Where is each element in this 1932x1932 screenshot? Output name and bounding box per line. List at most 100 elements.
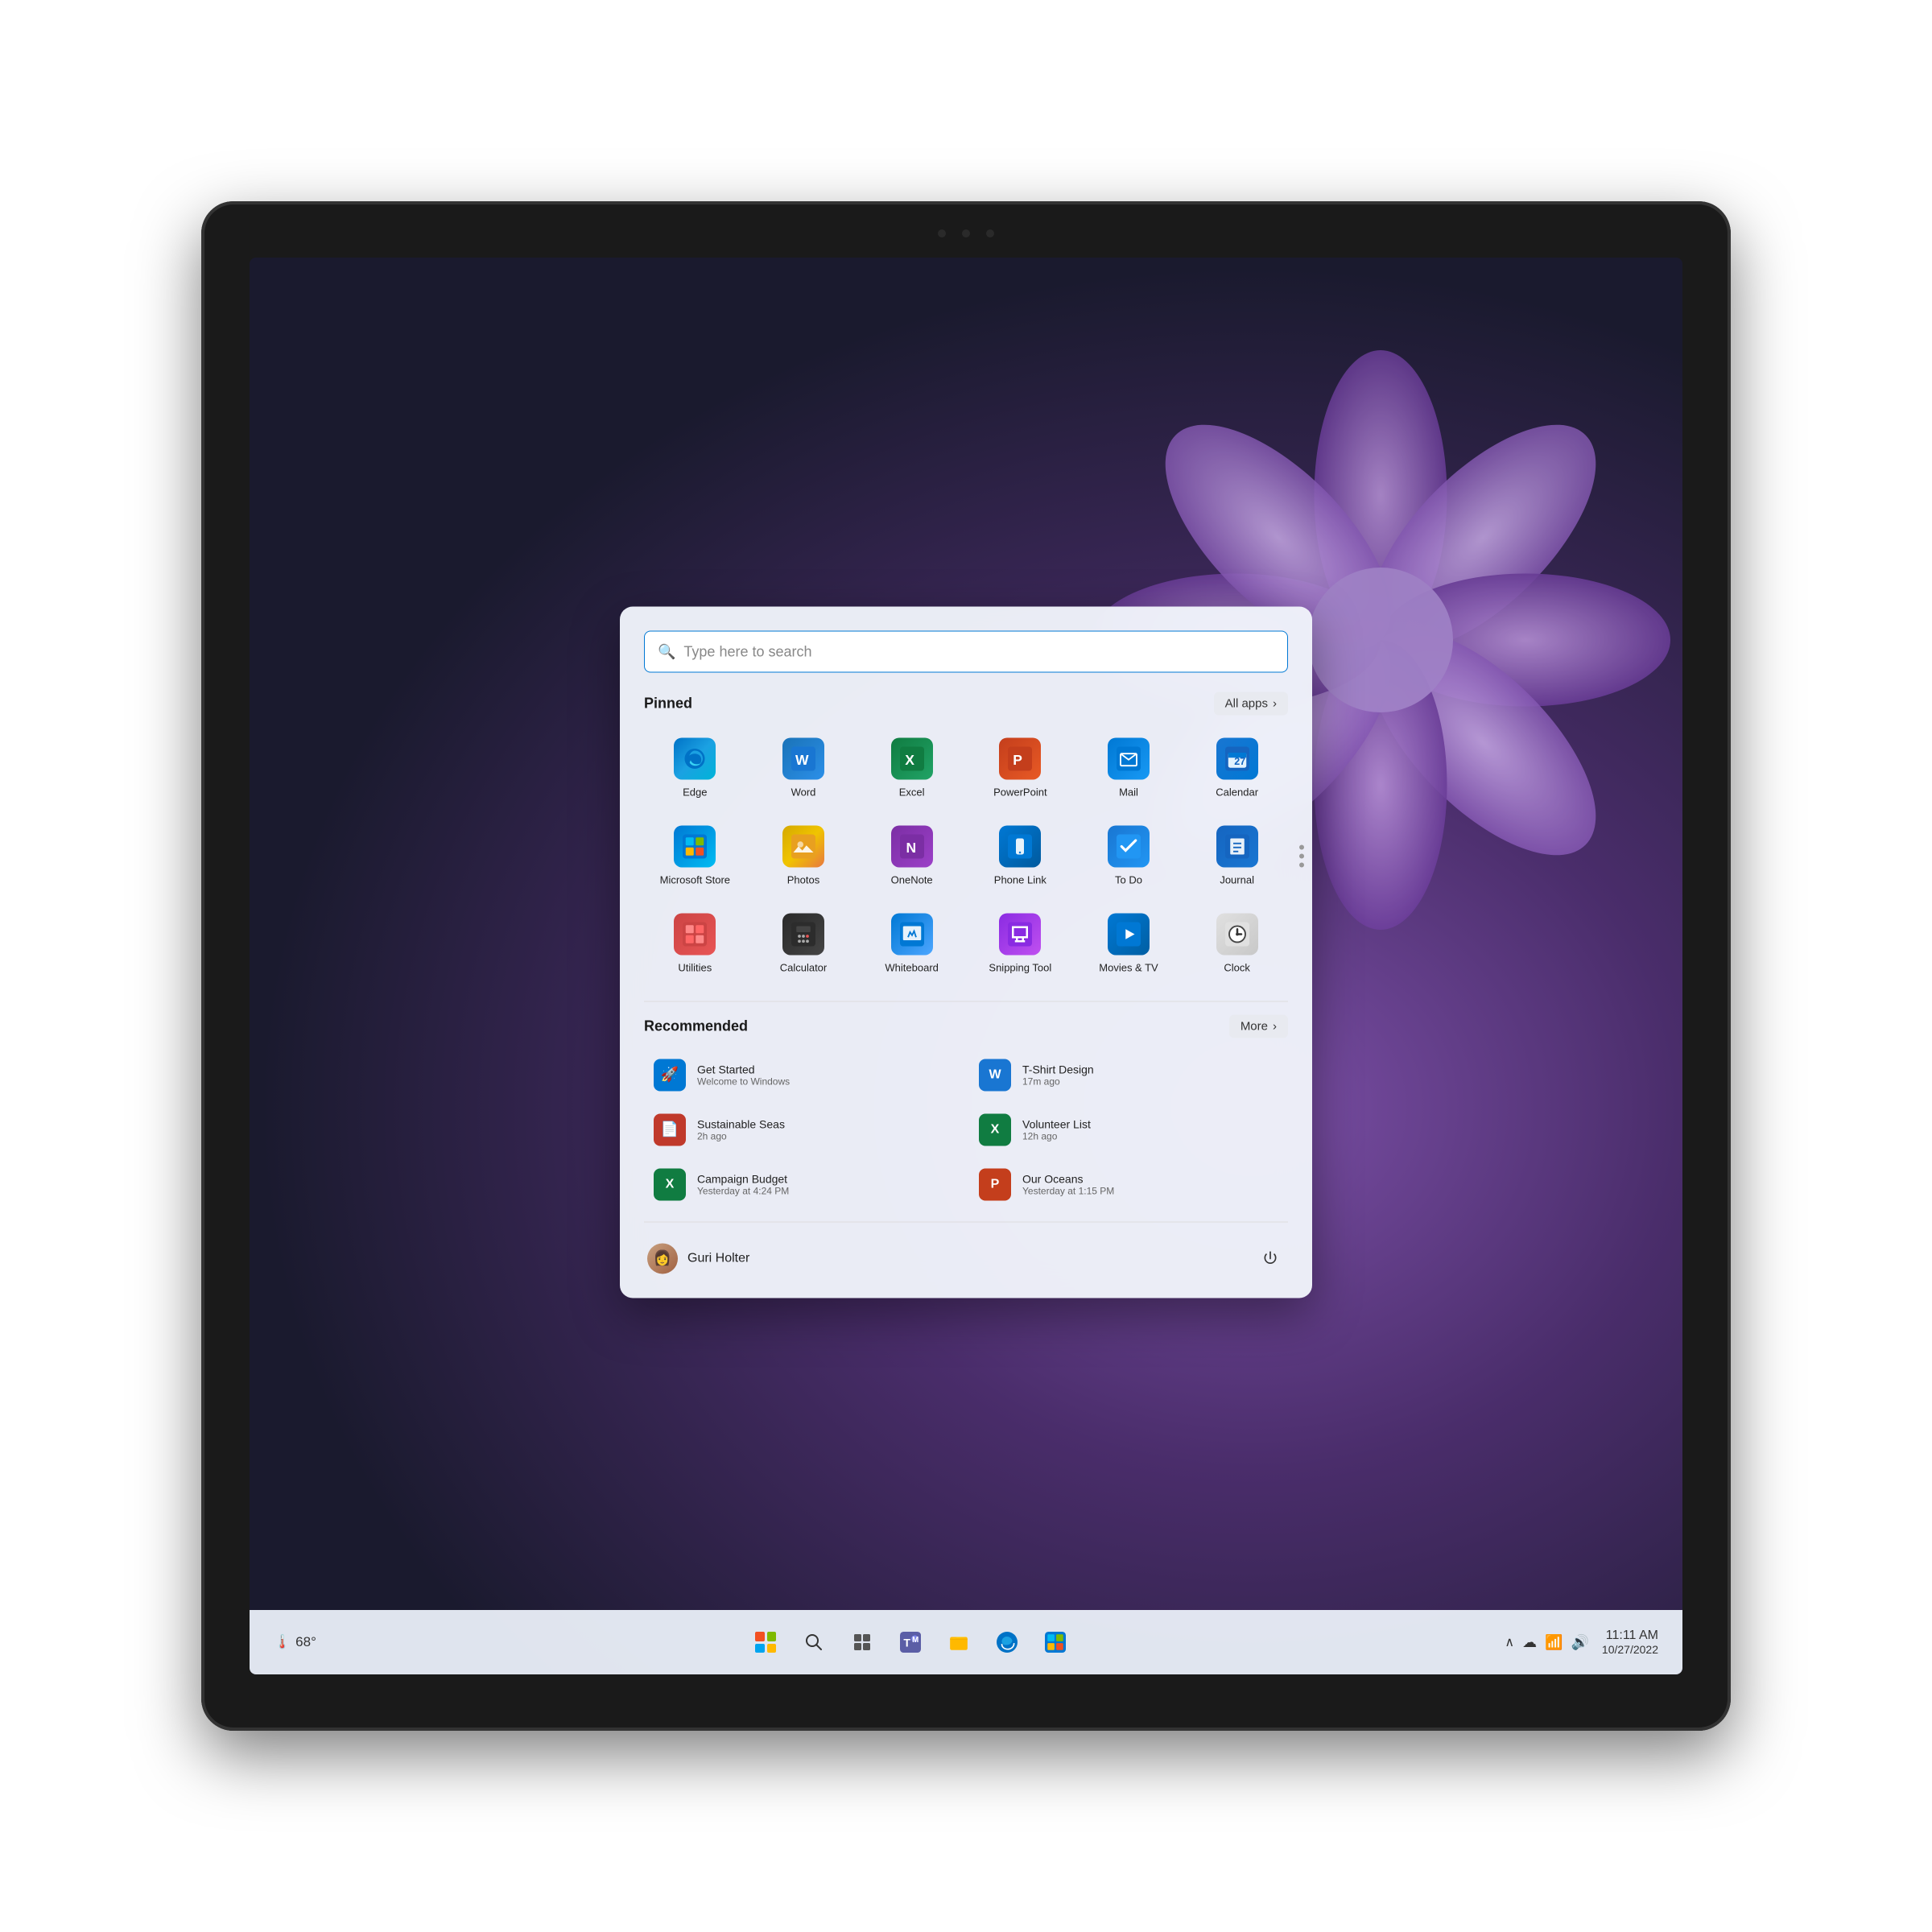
taskbar-search-button[interactable] [793, 1621, 835, 1663]
recommended-header: Recommended More › [644, 1014, 1288, 1038]
pinned-title: Pinned [644, 695, 692, 712]
movies-icon [1108, 913, 1150, 955]
get-started-info: Get Started Welcome to Windows [697, 1063, 790, 1087]
weather-widget[interactable]: 🌡️ 68° [274, 1634, 316, 1650]
snipping-icon [999, 913, 1041, 955]
calendar-icon: 27 [1216, 737, 1258, 779]
app-phonelink[interactable]: Phone Link [969, 815, 1071, 897]
app-powerpoint[interactable]: P PowerPoint [969, 728, 1071, 809]
excel-label: Excel [899, 786, 925, 799]
user-info[interactable]: 👩 Guri Holter [647, 1243, 749, 1274]
onenote-label: OneNote [891, 873, 933, 887]
app-calendar[interactable]: 27 Calendar [1186, 728, 1288, 809]
task-view-button[interactable] [841, 1621, 883, 1663]
utilities-label: Utilities [678, 961, 712, 975]
calculator-label: Calculator [780, 961, 828, 975]
volunteer-name: Volunteer List [1022, 1117, 1091, 1130]
sustainable-subtitle: 2h ago [697, 1130, 785, 1141]
taskbar: 🌡️ 68° [250, 1610, 1682, 1674]
app-excel[interactable]: X Excel [861, 728, 963, 809]
app-calculator[interactable]: Calculator [753, 903, 855, 985]
windows-logo [755, 1632, 776, 1653]
journal-label: Journal [1220, 873, 1254, 887]
todo-icon [1108, 825, 1150, 867]
svg-text:W: W [795, 752, 809, 768]
app-msstore[interactable]: Microsoft Store [644, 815, 746, 897]
msstore-label: Microsoft Store [660, 873, 730, 887]
chevron-up-icon[interactable]: ∧ [1505, 1634, 1514, 1650]
network-icon[interactable]: ☁ [1522, 1634, 1537, 1651]
tshirt-subtitle: 17m ago [1022, 1075, 1094, 1087]
user-divider [644, 1221, 1288, 1222]
app-todo[interactable]: To Do [1078, 815, 1180, 897]
rec-sustainable[interactable]: 📄 Sustainable Seas 2h ago [644, 1105, 963, 1154]
teams-button[interactable]: T M [890, 1621, 931, 1663]
rec-campaign[interactable]: X Campaign Budget Yesterday at 4:24 PM [644, 1160, 963, 1208]
msstore-icon [674, 825, 716, 867]
page-indicator [1299, 845, 1304, 868]
edge-label: Edge [683, 786, 707, 799]
search-bar[interactable]: 🔍 Type here to search [644, 630, 1288, 672]
taskbar-edge-button[interactable] [986, 1621, 1028, 1663]
pinned-app-grid: Edge W Word [644, 728, 1288, 985]
rec-volunteer[interactable]: X Volunteer List 12h ago [969, 1105, 1288, 1154]
tshirt-name: T-Shirt Design [1022, 1063, 1094, 1075]
app-clock[interactable]: Clock [1186, 903, 1288, 985]
rec-get-started[interactable]: 🚀 Get Started Welcome to Windows [644, 1051, 963, 1099]
rec-oceans[interactable]: P Our Oceans Yesterday at 1:15 PM [969, 1160, 1288, 1208]
page-dot-3 [1299, 863, 1304, 868]
app-edge[interactable]: Edge [644, 728, 746, 809]
app-mail[interactable]: Mail [1078, 728, 1180, 809]
app-utilities[interactable]: Utilities [644, 903, 746, 985]
more-button[interactable]: More › [1229, 1014, 1288, 1038]
clock-time: 11:11 AM [1602, 1629, 1658, 1643]
all-apps-button[interactable]: All apps › [1214, 691, 1288, 715]
recommended-grid: 🚀 Get Started Welcome to Windows W T-Shi… [644, 1051, 1288, 1208]
campaign-icon: X [654, 1168, 686, 1200]
taskbar-store-button[interactable] [1034, 1621, 1076, 1663]
excel-icon: X [891, 737, 933, 779]
onenote-icon: N [891, 825, 933, 867]
start-button[interactable] [745, 1621, 786, 1663]
start-menu: 🔍 Type here to search Pinned All apps › [620, 606, 1312, 1298]
todo-label: To Do [1115, 873, 1142, 887]
app-onenote[interactable]: N OneNote [861, 815, 963, 897]
journal-icon [1216, 825, 1258, 867]
calculator-icon [782, 913, 824, 955]
screen: 🔍 Type here to search Pinned All apps › [250, 258, 1682, 1674]
svg-text:X: X [905, 752, 914, 768]
word-label: Word [791, 786, 816, 799]
sustainable-icon: 📄 [654, 1113, 686, 1146]
svg-text:T: T [903, 1636, 910, 1649]
campaign-subtitle: Yesterday at 4:24 PM [697, 1185, 789, 1196]
win-pane-2 [767, 1632, 777, 1641]
svg-text:P: P [1013, 752, 1023, 768]
clock-display[interactable]: 11:11 AM 10/27/2022 [1602, 1629, 1658, 1656]
svg-text:27: 27 [1234, 756, 1245, 767]
app-movies[interactable]: Movies & TV [1078, 903, 1180, 985]
weather-icon: 🌡️ [274, 1634, 291, 1650]
photos-icon [782, 825, 824, 867]
campaign-info: Campaign Budget Yesterday at 4:24 PM [697, 1172, 789, 1196]
wifi-icon[interactable]: 📶 [1545, 1634, 1563, 1651]
svg-text:M: M [912, 1636, 919, 1645]
app-journal[interactable]: Journal [1186, 815, 1288, 897]
explorer-button[interactable] [938, 1621, 980, 1663]
taskbar-right: ∧ ☁ 📶 🔊 11:11 AM 10/27/2022 [1505, 1629, 1658, 1656]
volume-icon[interactable]: 🔊 [1571, 1634, 1589, 1651]
get-started-subtitle: Welcome to Windows [697, 1075, 790, 1087]
app-word[interactable]: W Word [753, 728, 855, 809]
search-icon: 🔍 [658, 643, 675, 660]
power-button[interactable] [1256, 1244, 1285, 1273]
win-pane-1 [755, 1632, 765, 1641]
app-whiteboard[interactable]: Whiteboard [861, 903, 963, 985]
app-snipping[interactable]: Snipping Tool [969, 903, 1071, 985]
powerpoint-icon: P [999, 737, 1041, 779]
user-row: 👩 Guri Holter [644, 1235, 1288, 1282]
tshirt-icon: W [979, 1059, 1011, 1091]
app-photos[interactable]: Photos [753, 815, 855, 897]
powerpoint-label: PowerPoint [993, 786, 1046, 799]
get-started-icon: 🚀 [654, 1059, 686, 1091]
rec-tshirt[interactable]: W T-Shirt Design 17m ago [969, 1051, 1288, 1099]
sustainable-info: Sustainable Seas 2h ago [697, 1117, 785, 1141]
